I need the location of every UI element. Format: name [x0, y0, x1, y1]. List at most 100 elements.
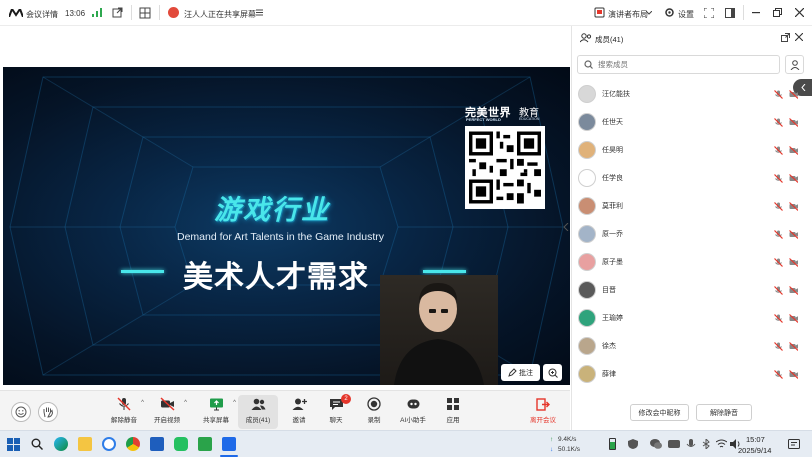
battery-icon[interactable]: [609, 438, 616, 450]
member-row[interactable]: 莫菲利: [572, 192, 812, 220]
fullscreen-icon[interactable]: [704, 8, 714, 18]
member-search-input[interactable]: [598, 60, 778, 69]
toolbar-invite-button[interactable]: 邀请: [279, 397, 319, 429]
mic-muted-icon: [774, 257, 783, 267]
toolbar-ai-assistant-button[interactable]: AI小助手: [393, 397, 433, 429]
unmute-request-button[interactable]: 解除静音: [696, 404, 752, 421]
member-status: [774, 89, 798, 99]
shield-icon[interactable]: [628, 439, 638, 449]
member-row[interactable]: 薛律: [572, 360, 812, 388]
toolbar-members-button[interactable]: 成员(41): [238, 395, 278, 429]
clock-date[interactable]: 2025/9/14: [738, 446, 771, 455]
member-row[interactable]: 王瑜婷: [572, 304, 812, 332]
pop-out-panel-icon[interactable]: [781, 33, 790, 42]
avatar: [578, 197, 596, 215]
sheets-icon[interactable]: [198, 437, 212, 451]
caret-up-icon[interactable]: ^: [184, 400, 187, 406]
speaker-layout-label[interactable]: 演讲者布局: [608, 9, 648, 20]
mic-muted-icon: [774, 369, 783, 379]
video-off-icon: [789, 229, 798, 239]
member-row[interactable]: 汪亿能扶: [572, 80, 812, 108]
mic-muted-icon: [774, 117, 783, 127]
member-search-box[interactable]: [577, 55, 780, 74]
toolbar-share-screen-button[interactable]: 共享屏幕 ^: [196, 397, 236, 429]
toolbar-apps-button[interactable]: 应用: [433, 397, 473, 429]
toolbar-label: 应用: [446, 417, 460, 424]
close-icon[interactable]: [795, 8, 804, 17]
member-row[interactable]: 任世天: [572, 108, 812, 136]
member-row[interactable]: 原一乔: [572, 220, 812, 248]
chrome-icon[interactable]: [126, 437, 140, 451]
signal-icon[interactable]: [92, 8, 102, 17]
avatar: [578, 253, 596, 271]
member-name: 王瑜婷: [602, 315, 623, 322]
toolbar-label: 开启视频: [154, 417, 180, 424]
presenter-avatar: [168, 7, 179, 18]
member-name: 任学良: [602, 175, 623, 182]
sharing-notice[interactable]: 汪人人正在共享屏幕: [184, 9, 256, 20]
annotate-button[interactable]: 批注: [501, 364, 540, 381]
video-off-icon: [789, 145, 798, 155]
raise-hand-button[interactable]: [38, 402, 58, 422]
search-icon: [584, 60, 593, 69]
close-panel-icon[interactable]: [795, 33, 803, 41]
mic-muted-icon: [774, 313, 783, 323]
gear-icon[interactable]: [664, 7, 675, 18]
app-name[interactable]: 会议详情: [26, 9, 58, 20]
meeting-app-icon[interactable]: [222, 437, 236, 451]
add-user-icon: [790, 59, 799, 70]
leave-meeting-button[interactable]: 离开会议: [524, 397, 562, 429]
menu-icon[interactable]: [256, 9, 263, 16]
speaker-layout-icon[interactable]: [594, 7, 605, 18]
member-status: [774, 313, 798, 323]
layout-icon[interactable]: [139, 7, 151, 19]
member-status: [774, 257, 798, 267]
rename-button[interactable]: 修改会中昵称: [630, 404, 689, 421]
wechat-icon[interactable]: [174, 437, 188, 451]
emoji-button[interactable]: [11, 402, 31, 422]
mic-muted-icon: [774, 201, 783, 211]
toolbar-mic-muted-button[interactable]: 解除静音 ^: [104, 397, 144, 429]
toolbar-label: 共享屏幕: [203, 417, 229, 424]
settings-label[interactable]: 设置: [678, 9, 694, 20]
net-up-speed: 9.4K/s: [558, 436, 577, 443]
member-row[interactable]: 徐杰: [572, 332, 812, 360]
clock-time[interactable]: 15:07: [746, 435, 765, 444]
chevron-down-icon[interactable]: [646, 11, 652, 15]
edge-browser-icon[interactable]: [54, 437, 68, 451]
file-explorer-icon[interactable]: [78, 437, 92, 451]
mic-muted-icon: [774, 229, 783, 239]
search-taskbar-icon[interactable]: [31, 438, 43, 450]
browser-icon[interactable]: [102, 437, 116, 451]
sidebar-toggle-icon[interactable]: [725, 8, 735, 18]
minimize-icon[interactable]: [752, 12, 760, 14]
zoom-button[interactable]: [543, 364, 562, 381]
restore-icon[interactable]: [773, 8, 782, 17]
word-icon[interactable]: [150, 437, 164, 451]
video-off-icon: [789, 117, 798, 127]
avatar: [578, 141, 596, 159]
collapse-panel-icon[interactable]: [563, 223, 569, 231]
member-row[interactable]: 目晋: [572, 276, 812, 304]
toolbar-video-off-button[interactable]: 开启视频 ^: [147, 397, 187, 429]
app-logo-icon: [9, 9, 23, 17]
windows-start-icon[interactable]: [7, 438, 20, 451]
caret-up-icon[interactable]: ^: [233, 400, 236, 406]
notification-icon[interactable]: [788, 439, 800, 450]
pop-out-icon[interactable]: [112, 7, 123, 18]
avatar: [578, 113, 596, 131]
tray-app-icon[interactable]: [668, 439, 680, 449]
member-row[interactable]: 任学良: [572, 164, 812, 192]
mic-tray-icon[interactable]: [686, 439, 696, 449]
toolbar-record-button[interactable]: 录制: [354, 397, 394, 429]
wechat-tray-icon[interactable]: [650, 439, 662, 449]
caret-up-icon[interactable]: ^: [141, 400, 144, 406]
wifi-icon[interactable]: [716, 439, 727, 449]
annotate-label: 批注: [519, 369, 533, 377]
member-row[interactable]: 任昊明: [572, 136, 812, 164]
toolbar-chat-button[interactable]: 2 聊天: [316, 394, 356, 429]
bluetooth-icon[interactable]: [701, 439, 711, 449]
member-row[interactable]: 原子墨: [572, 248, 812, 276]
invite-member-button[interactable]: [785, 55, 804, 74]
divider: [743, 5, 744, 20]
